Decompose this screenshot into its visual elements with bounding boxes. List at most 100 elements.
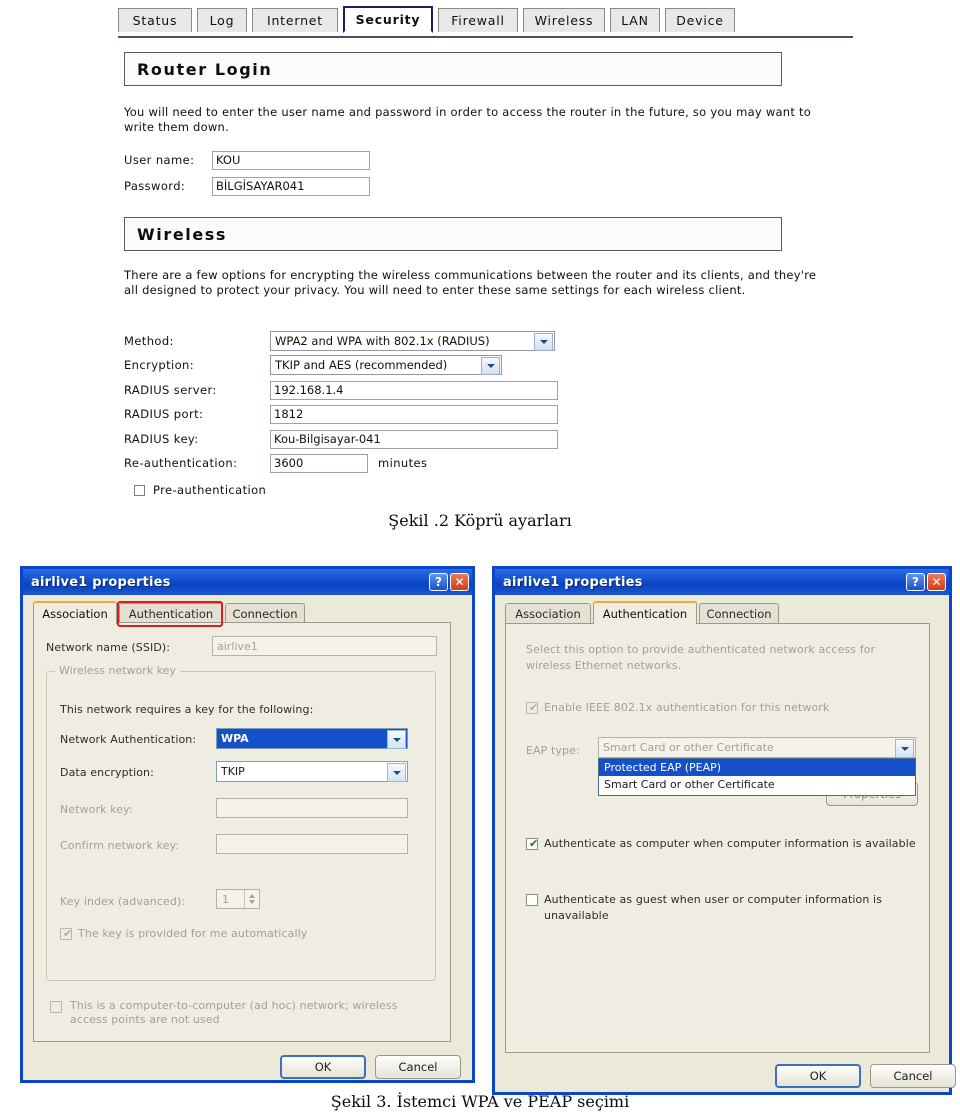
tab-device[interactable]: Device [665,8,735,32]
confirm-network-key-input[interactable] [216,834,408,854]
method-row: Method: WPA2 and WPA with 802.1x (RADIUS… [124,331,555,351]
chevron-down-icon[interactable] [895,739,914,758]
encryption-value: TKIP and AES (recommended) [275,358,448,372]
tab-association[interactable]: Association [505,603,591,623]
preauthentication-checkbox[interactable] [134,484,145,496]
wireless-description: There are a few options for encrypting t… [124,268,817,297]
cancel-button[interactable]: Cancel [375,1055,461,1079]
ok-button[interactable]: OK [280,1055,366,1079]
radius-key-row: RADIUS key: Kou-Bilgisayar-041 [124,429,558,449]
left-dialog-titlebar[interactable]: airlive1 properties ? ✕ [23,569,472,595]
close-icon[interactable]: ✕ [450,573,469,591]
help-icon[interactable]: ? [429,573,448,591]
right-dialog-tabs: Association Authentication Connection [505,601,925,624]
router-login-heading: Router Login [124,52,782,86]
left-properties-dialog: airlive1 properties ? ✕ Association Auth… [20,566,475,1083]
authenticate-as-guest-checkbox[interactable] [526,894,538,906]
key-index-label: Key index (advanced): [60,895,186,908]
adhoc-checkbox[interactable] [50,1001,62,1013]
left-dialog-title: airlive1 properties [31,574,171,590]
key-index-stepper[interactable]: 1 [216,889,260,909]
method-label: Method: [124,334,174,348]
left-dialog-tabs: Association Authentication Connection [33,601,453,624]
authentication-pane: Select this option to provide authentica… [505,623,930,1053]
authenticate-as-guest-label: Authenticate as guest when user or compu… [544,893,883,922]
router-login-description: You will need to enter the user name and… [124,105,812,134]
tab-wireless[interactable]: Wireless [523,8,605,32]
network-key-input[interactable] [216,798,408,818]
eap-type-label: EAP type: [526,744,580,757]
network-key-label: Network key: [60,803,133,816]
network-authentication-value: WPA [221,732,249,745]
adhoc-label: This is a computer-to-computer (ad hoc) … [70,999,398,1026]
enable-8021x-checkbox[interactable]: ✔ [526,702,538,714]
chevron-down-icon[interactable] [387,763,406,782]
eap-option-peap[interactable]: Protected EAP (PEAP) [599,759,915,776]
tab-internet[interactable]: Internet [252,8,338,32]
preauthentication-row[interactable]: Pre-authentication [134,480,266,500]
right-dialog-titlebar[interactable]: airlive1 properties ? ✕ [495,569,949,595]
chevron-down-icon[interactable] [534,333,553,351]
reauthentication-row: Re-authentication: 3600 minutes [124,453,427,473]
right-dialog-body: Association Authentication Connection Se… [495,595,956,1092]
eap-option-smartcard[interactable]: Smart Card or other Certificate [599,776,915,793]
data-encryption-label: Data encryption: [60,766,154,779]
authenticate-as-computer-checkbox[interactable]: ✔ [526,838,538,850]
cancel-button[interactable]: Cancel [870,1064,956,1088]
help-icon[interactable]: ? [906,573,925,591]
router-config-figure: Status Log Internet Security Firewall Wi… [0,0,960,540]
figure-2-caption: Şekil .2 Köprü ayarları [388,511,572,530]
radius-server-label: RADIUS server: [124,383,217,397]
close-icon[interactable]: ✕ [927,573,946,591]
figure-3-caption: Şekil 3. İstemci WPA ve PEAP seçimi [330,1092,630,1111]
radius-server-input[interactable]: 192.168.1.4 [270,380,558,400]
data-encryption-value: TKIP [221,765,245,778]
password-row: Password: BİLGİSAYAR041 [124,176,370,196]
username-input[interactable]: KOU [212,150,370,170]
reauthentication-input[interactable]: 3600 [270,453,368,473]
data-encryption-select[interactable]: TKIP [216,761,408,782]
router-tabstrip: Status Log Internet Security Firewall Wi… [118,6,858,38]
tab-status[interactable]: Status [118,8,192,32]
auto-key-checkbox[interactable]: ✔ [60,928,72,940]
confirm-network-key-label: Confirm network key: [60,839,180,852]
tabstrip-underline [118,36,853,38]
encryption-select[interactable]: TKIP and AES (recommended) [270,355,502,375]
requires-key-text: This network requires a key for the foll… [60,703,314,716]
encryption-label: Encryption: [124,358,195,372]
stepper-arrows-icon[interactable] [244,890,259,908]
tab-authentication[interactable]: Authentication [119,603,223,623]
ok-button[interactable]: OK [775,1064,861,1088]
tab-association[interactable]: Association [33,601,117,624]
tab-connection[interactable]: Connection [699,603,779,623]
tab-lan[interactable]: LAN [610,8,660,32]
chevron-down-icon[interactable] [387,730,406,749]
right-dialog-title: airlive1 properties [503,574,643,590]
tab-log[interactable]: Log [197,8,247,32]
tab-connection[interactable]: Connection [225,603,305,623]
ssid-label: Network name (SSID): [46,641,171,654]
left-dialog-body: Association Authentication Connection Ne… [23,595,472,1080]
preauthentication-label: Pre-authentication [153,483,267,497]
tab-firewall[interactable]: Firewall [438,8,518,32]
tab-security[interactable]: Security [343,6,433,33]
radius-port-input[interactable]: 1812 [270,404,558,424]
reauthentication-label: Re-authentication: [124,456,238,470]
radius-port-row: RADIUS port: 1812 [124,404,558,424]
password-input[interactable]: BİLGİSAYAR041 [212,176,370,196]
password-label: Password: [124,179,186,193]
encryption-row: Encryption: TKIP and AES (recommended) [124,355,502,375]
network-authentication-select[interactable]: WPA [216,728,408,749]
wireless-network-key-group-title: Wireless network key [55,664,180,677]
eap-type-dropdown-list[interactable]: Protected EAP (PEAP) Smart Card or other… [598,758,916,796]
key-index-value: 1 [222,892,229,906]
ssid-input[interactable]: airlive1 [212,636,437,656]
method-value: WPA2 and WPA with 802.1x (RADIUS) [275,334,490,348]
username-row: User name: KOU [124,150,370,170]
method-select[interactable]: WPA2 and WPA with 802.1x (RADIUS) [270,331,555,351]
eap-type-value: Smart Card or other Certificate [603,741,774,754]
chevron-down-icon[interactable] [481,357,500,375]
tab-authentication[interactable]: Authentication [593,601,697,624]
radius-key-input[interactable]: Kou-Bilgisayar-041 [270,429,558,449]
eap-type-select[interactable]: Smart Card or other Certificate [598,737,916,758]
